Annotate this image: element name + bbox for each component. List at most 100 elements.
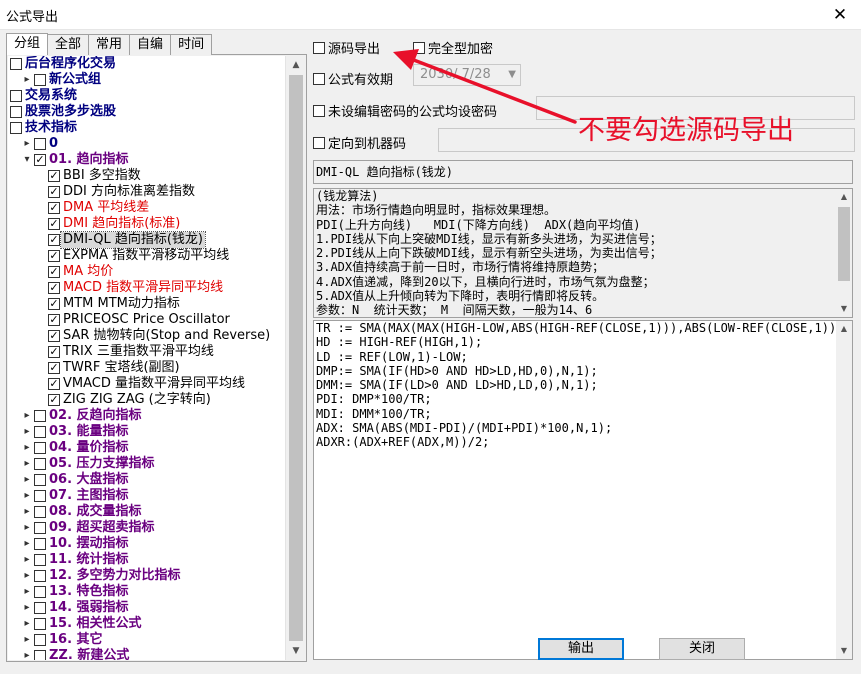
tree-checkbox[interactable] bbox=[10, 58, 22, 70]
tree-checkbox[interactable] bbox=[10, 90, 22, 102]
tree-item[interactable]: TWRF 宝塔线(副图) bbox=[8, 360, 285, 376]
scroll-up-icon[interactable]: ▲ bbox=[836, 189, 852, 205]
tree-checkbox[interactable] bbox=[48, 314, 60, 326]
tree-checkbox[interactable] bbox=[10, 122, 22, 134]
tree-checkbox[interactable] bbox=[34, 586, 46, 598]
tree-checkbox[interactable] bbox=[48, 218, 60, 230]
tree-item[interactable]: ▸ 06. 大盘指标 bbox=[8, 472, 285, 488]
tree-checkbox[interactable] bbox=[48, 250, 60, 262]
tree-checkbox[interactable] bbox=[48, 346, 60, 358]
tree-checkbox[interactable] bbox=[34, 554, 46, 566]
expand-icon[interactable]: ▸ bbox=[22, 72, 32, 88]
scroll-up-icon[interactable]: ▲ bbox=[286, 56, 306, 74]
tree-item[interactable]: ▸ 15. 相关性公式 bbox=[8, 616, 285, 632]
tree-item[interactable]: ▸ 03. 能量指标 bbox=[8, 424, 285, 440]
expand-icon[interactable]: ▸ bbox=[22, 600, 32, 616]
tree-item[interactable]: EXPMA 指数平滑移动平均线 bbox=[8, 248, 285, 264]
tree-checkbox[interactable] bbox=[34, 522, 46, 534]
tree-checkbox[interactable] bbox=[34, 74, 46, 86]
tree-checkbox[interactable] bbox=[34, 506, 46, 518]
tree-item[interactable]: DMA 平均线差 bbox=[8, 200, 285, 216]
formula-description[interactable]: (钱龙算法) 用法：市场行情趋向明显时，指标效果理想。 PDI(上升方向线) MDI… bbox=[313, 188, 853, 318]
tree-checkbox[interactable] bbox=[34, 426, 46, 438]
scroll-thumb[interactable] bbox=[289, 75, 303, 641]
expand-icon[interactable]: ▸ bbox=[22, 536, 32, 552]
tab-custom[interactable]: 自编 bbox=[129, 34, 172, 55]
close-button[interactable]: 关闭 bbox=[659, 638, 745, 660]
tree-item[interactable]: MACD 指数平滑异同平均线 bbox=[8, 280, 285, 296]
tree-checkbox[interactable] bbox=[34, 410, 46, 422]
tree-item[interactable]: 交易系统 bbox=[8, 88, 285, 104]
tab-common[interactable]: 常用 bbox=[88, 34, 131, 55]
tree-item[interactable]: ▸ ZZ. 新建公式 bbox=[8, 648, 285, 660]
expand-icon[interactable]: ▸ bbox=[22, 584, 32, 600]
tree-checkbox[interactable] bbox=[34, 634, 46, 646]
expand-icon[interactable]: ▸ bbox=[22, 488, 32, 504]
expand-icon[interactable]: ▸ bbox=[22, 648, 32, 660]
tree-checkbox[interactable] bbox=[34, 154, 46, 166]
tree-checkbox[interactable] bbox=[48, 330, 60, 342]
tree-checkbox[interactable] bbox=[34, 474, 46, 486]
tree-item[interactable]: TRIX 三重指数平滑平均线 bbox=[8, 344, 285, 360]
tree-item[interactable]: ▸ 12. 多空势力对比指标 bbox=[8, 568, 285, 584]
scroll-down-icon[interactable]: ▼ bbox=[836, 643, 852, 659]
tree-checkbox[interactable] bbox=[48, 378, 60, 390]
tree-item[interactable]: ▸ 04. 量价指标 bbox=[8, 440, 285, 456]
scroll-down-icon[interactable]: ▼ bbox=[836, 301, 852, 317]
tree-checkbox[interactable] bbox=[48, 202, 60, 214]
tree-scrollbar[interactable]: ▲ ▼ bbox=[285, 56, 305, 660]
formula-code-editor[interactable]: TR := SMA(MAX(MAX(HIGH-LOW,ABS(HIGH-REF(… bbox=[313, 320, 853, 660]
expand-icon[interactable]: ▸ bbox=[22, 632, 32, 648]
tree-checkbox[interactable] bbox=[10, 106, 22, 118]
expand-icon[interactable]: ▸ bbox=[22, 456, 32, 472]
tree-item[interactable]: ▸ 新公式组 bbox=[8, 72, 285, 88]
tree-item[interactable]: DDI 方向标准离差指数 bbox=[8, 184, 285, 200]
tree-item[interactable]: ▸ 09. 超买超卖指标 bbox=[8, 520, 285, 536]
tree-item[interactable]: MA 均价 bbox=[8, 264, 285, 280]
tree-item[interactable]: ▸ 16. 其它 bbox=[8, 632, 285, 648]
tree-item[interactable]: ▸ 11. 统计指标 bbox=[8, 552, 285, 568]
tab-all[interactable]: 全部 bbox=[47, 34, 90, 55]
tree-item[interactable]: ▸ 08. 成交量指标 bbox=[8, 504, 285, 520]
tree-item[interactable]: ▸ 13. 特色指标 bbox=[8, 584, 285, 600]
expand-icon[interactable]: ▸ bbox=[22, 504, 32, 520]
tree-item[interactable]: 技术指标 bbox=[8, 120, 285, 136]
tree-item[interactable]: SAR 抛物转向(Stop and Reverse) bbox=[8, 328, 285, 344]
tree-item[interactable]: VMACD 量指数平滑异同平均线 bbox=[8, 376, 285, 392]
tree-checkbox[interactable] bbox=[34, 538, 46, 550]
expand-icon[interactable]: ▸ bbox=[22, 440, 32, 456]
tree-checkbox[interactable] bbox=[34, 570, 46, 582]
tree-item[interactable]: ▾ 01. 趋向指标 bbox=[8, 152, 285, 168]
tree-checkbox[interactable] bbox=[34, 602, 46, 614]
export-button[interactable]: 输出 bbox=[538, 638, 624, 660]
scroll-up-icon[interactable]: ▲ bbox=[836, 321, 852, 337]
tab-time[interactable]: 时间 bbox=[170, 34, 213, 55]
description-scrollbar[interactable]: ▲ ▼ bbox=[836, 189, 852, 317]
formula-tree[interactable]: 后台程序化交易▸新公式组交易系统股票池多步选股技术指标▸0▾01. 趋向指标BB… bbox=[8, 56, 285, 660]
tree-checkbox[interactable] bbox=[34, 138, 46, 150]
tree-checkbox[interactable] bbox=[48, 234, 60, 246]
tree-checkbox[interactable] bbox=[48, 282, 60, 294]
tree-item[interactable]: ▸ 02. 反趋向指标 bbox=[8, 408, 285, 424]
tree-item[interactable]: MTM MTM动力指标 bbox=[8, 296, 285, 312]
tree-item[interactable]: PRICEOSC Price Oscillator bbox=[8, 312, 285, 328]
expand-icon[interactable]: ▸ bbox=[22, 424, 32, 440]
tree-checkbox[interactable] bbox=[48, 298, 60, 310]
tree-checkbox[interactable] bbox=[34, 442, 46, 454]
scroll-thumb[interactable] bbox=[838, 207, 850, 281]
expand-icon[interactable]: ▸ bbox=[22, 472, 32, 488]
tree-item[interactable]: ▸ 07. 主图指标 bbox=[8, 488, 285, 504]
tree-checkbox[interactable] bbox=[34, 490, 46, 502]
tree-item[interactable]: BBI 多空指数 bbox=[8, 168, 285, 184]
tree-item[interactable]: 后台程序化交易 bbox=[8, 56, 285, 72]
tree-item[interactable]: ▸ 14. 强弱指标 bbox=[8, 600, 285, 616]
tab-group[interactable]: 分组 bbox=[6, 33, 49, 55]
expand-icon[interactable]: ▸ bbox=[22, 136, 32, 152]
collapse-icon[interactable]: ▾ bbox=[22, 152, 32, 168]
expand-icon[interactable]: ▸ bbox=[22, 616, 32, 632]
tree-checkbox[interactable] bbox=[48, 186, 60, 198]
tree-item[interactable]: ▸ 0 bbox=[8, 136, 285, 152]
tree-item[interactable]: ZIG ZIG ZAG (之字转向) bbox=[8, 392, 285, 408]
expand-icon[interactable]: ▸ bbox=[22, 520, 32, 536]
tree-item[interactable]: 股票池多步选股 bbox=[8, 104, 285, 120]
